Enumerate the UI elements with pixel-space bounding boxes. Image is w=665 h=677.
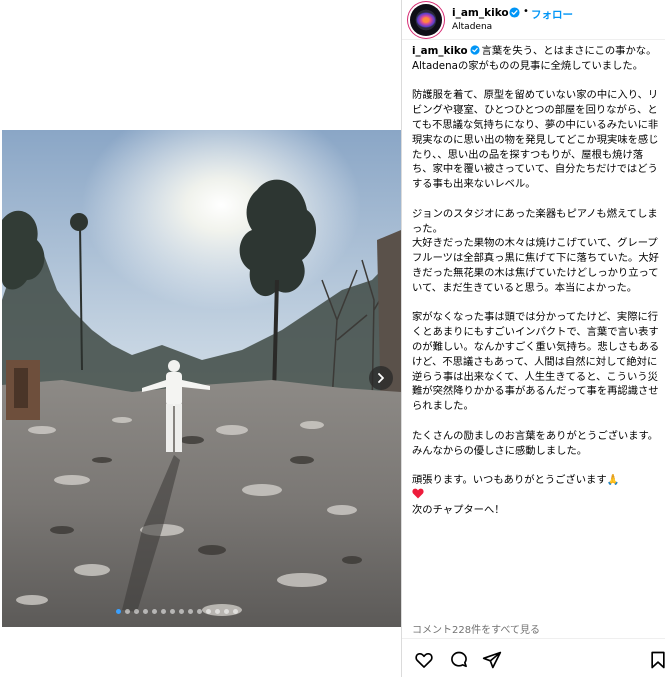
carousel-dot bbox=[188, 609, 193, 614]
header-separator: • bbox=[523, 6, 529, 17]
heart-line bbox=[412, 488, 662, 503]
burned-house-photo bbox=[2, 130, 401, 627]
carousel-next-button[interactable] bbox=[369, 366, 393, 390]
carousel-dot bbox=[161, 609, 166, 614]
caption-paragraph-2: 防護服を着て、原型を留めていない家の中に入り、リビングや寝室、ひとつひとつの部屋… bbox=[412, 89, 659, 191]
red-heart-icon bbox=[412, 488, 424, 499]
carousel-dot bbox=[206, 609, 211, 614]
carousel-dot bbox=[116, 609, 121, 614]
carousel-dot bbox=[224, 609, 229, 614]
header-username[interactable]: i_am_kiko bbox=[452, 7, 509, 19]
view-all-comments-link[interactable]: コメント228件をすべて見る bbox=[412, 621, 540, 636]
carousel-dot bbox=[215, 609, 220, 614]
carousel-dot bbox=[179, 609, 184, 614]
caption-paragraph-6: 頑張ります。いつもありがとうございます🙏 次のチャプターへ！ bbox=[412, 473, 662, 517]
carousel-dot bbox=[143, 609, 148, 614]
post-header: i_am_kiko • フォロー Altadena bbox=[402, 0, 665, 40]
carousel-indicator bbox=[116, 609, 238, 615]
caption-paragraph-5: たくさんの励ましのお言葉をありがとうございます。 みんなからの優しさに感動しまし… bbox=[412, 429, 659, 457]
comment-bubble-icon[interactable] bbox=[449, 650, 469, 670]
action-bar bbox=[402, 638, 665, 677]
verified-badge-icon bbox=[469, 45, 480, 55]
verified-badge-icon bbox=[509, 7, 520, 18]
caption-paragraph-4: 家がなくなった事は頭では分かってたけど、実際に行くとあまりにもすごいインパクトで… bbox=[412, 311, 660, 413]
post-photo[interactable] bbox=[2, 130, 401, 627]
paper-plane-icon[interactable] bbox=[482, 650, 502, 670]
avatar[interactable] bbox=[410, 4, 442, 36]
caption-username[interactable]: i_am_kiko bbox=[412, 45, 468, 57]
heart-outline-icon[interactable] bbox=[414, 650, 434, 670]
follow-button[interactable]: フォロー bbox=[531, 7, 573, 22]
carousel-dot bbox=[197, 609, 202, 614]
carousel-dot bbox=[134, 609, 139, 614]
caption: i_am_kiko 言葉を失う、とはまさにこの事かな。 Altadenaの家がもの… bbox=[412, 44, 662, 624]
carousel-dot bbox=[170, 609, 175, 614]
chevron-right-icon bbox=[378, 373, 384, 383]
caption-line-thanks: 頑張ります。いつもありがとうございます🙏 bbox=[412, 474, 620, 487]
caption-intro: i_am_kiko 言葉を失う、とはまさにこの事かな。 Altadenaの家がもの… bbox=[412, 45, 656, 72]
carousel-dot bbox=[152, 609, 157, 614]
bookmark-icon[interactable] bbox=[648, 650, 665, 670]
carousel-dot bbox=[125, 609, 130, 614]
carousel-dot bbox=[233, 609, 238, 614]
caption-paragraph-3: ジョンのスタジオにあった楽器もピアノも燃えてしまった。 大好きだった果物の木々は… bbox=[412, 207, 659, 294]
media-area bbox=[0, 0, 401, 677]
post-detail-panel: i_am_kiko • フォロー Altadena i_am_kiko 言葉を失う… bbox=[401, 0, 665, 677]
post-location[interactable]: Altadena bbox=[452, 22, 492, 32]
caption-line-next-chapter: 次のチャプターへ！ bbox=[412, 503, 505, 516]
